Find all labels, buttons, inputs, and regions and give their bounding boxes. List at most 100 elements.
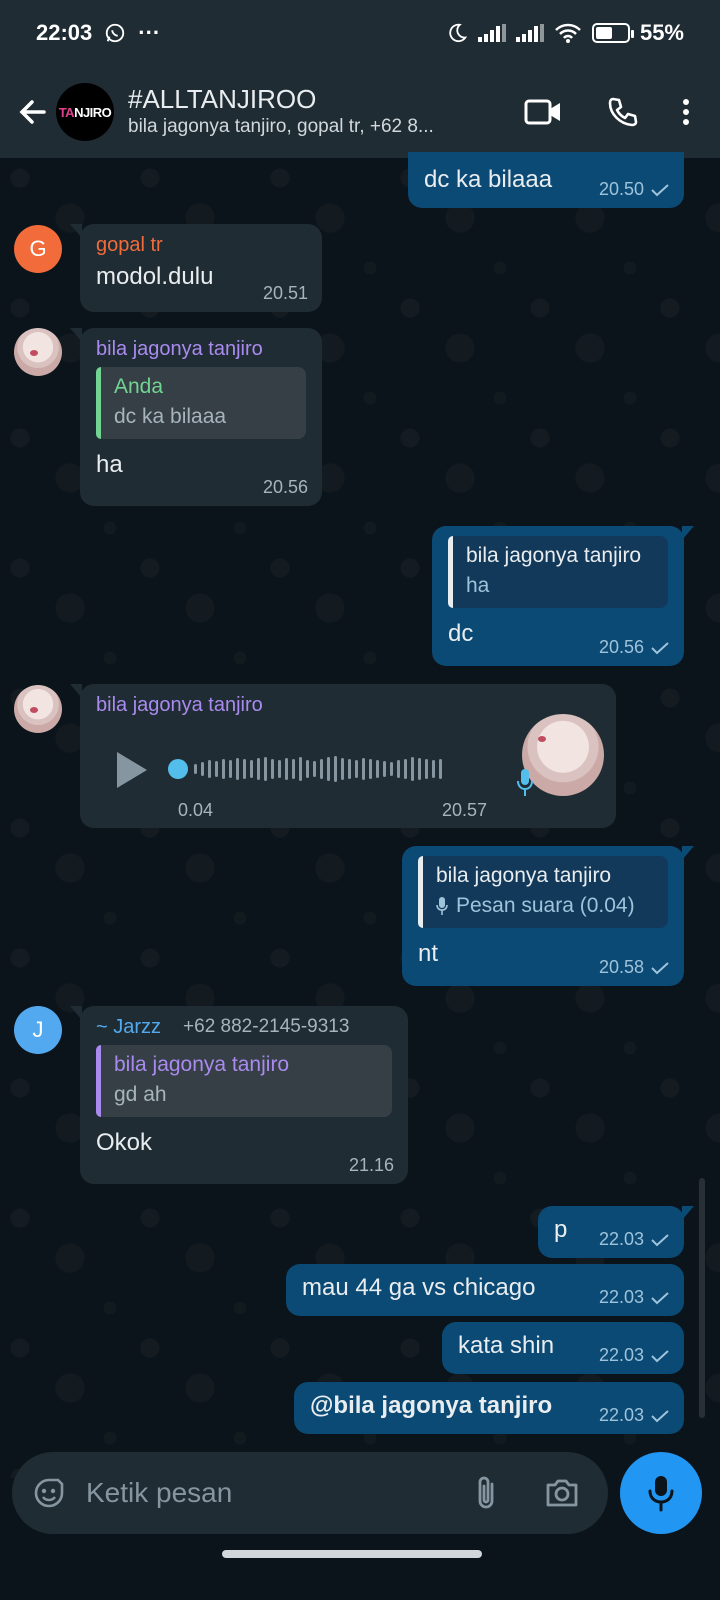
voice-message[interactable]: bila jagonya tanjiro 0.04 20.57 <box>70 684 616 828</box>
sender-name: ~ Jarzz <box>96 1016 162 1038</box>
waveform-bar <box>397 760 400 778</box>
quoted-message[interactable]: bila jagonya tanjiro Pesan suara (0.04) <box>418 856 668 928</box>
avatar-jarzz[interactable]: J <box>14 1006 62 1054</box>
quoted-text: gd ah <box>114 1083 167 1106</box>
waveform-bar <box>271 759 274 779</box>
waveform-bar <box>390 762 393 776</box>
message-text: mau 44 ga vs chicago <box>302 1274 536 1301</box>
waveform-bar <box>299 757 302 781</box>
avatar-letter: J <box>32 1017 44 1042</box>
sender-name: gopal tr <box>96 234 163 256</box>
waveform-bar <box>229 760 232 778</box>
message-outgoing[interactable]: bila jagonya tanjiro ha dc 20.56 <box>432 526 694 666</box>
waveform-bar <box>320 759 323 779</box>
waveform-bar <box>194 764 197 774</box>
quoted-sender: bila jagonya tanjiro <box>466 544 642 567</box>
waveform-bar <box>334 756 337 782</box>
message-text: @bila jagonya tanjiro <box>310 1392 553 1419</box>
message-text: kata shin <box>458 1332 555 1359</box>
sent-check-icon <box>651 183 669 196</box>
waveform-bar <box>348 759 351 779</box>
waveform-bar <box>404 759 407 779</box>
avatar-bila[interactable] <box>14 685 62 733</box>
battery-percent: 55% <box>639 20 684 45</box>
status-bar: 22:03 ··· 55% <box>0 0 720 66</box>
sender-name: bila jagonya tanjiro <box>96 694 263 716</box>
signal-2-icon <box>515 24 544 42</box>
group-participants: bila jagonya tanjiro, gopal tr, +62 8... <box>128 116 434 137</box>
more-options-icon[interactable] <box>682 98 690 126</box>
quoted-sender: bila jagonya tanjiro <box>114 1053 290 1076</box>
quoted-message[interactable]: bila jagonya tanjiro gd ah <box>96 1045 392 1117</box>
sent-check-icon <box>651 641 669 654</box>
quote-accent-bar <box>96 1045 101 1117</box>
voice-call-icon[interactable] <box>606 96 638 128</box>
message-outgoing[interactable]: kata shin 22.03 <box>442 1322 684 1374</box>
waveform-bar <box>369 759 372 779</box>
avatar-gopal[interactable]: G <box>14 225 62 273</box>
waveform-bar <box>306 760 309 778</box>
waveform-bar <box>313 761 316 777</box>
message-text: p <box>554 1216 568 1243</box>
waveform-bar <box>341 758 344 780</box>
dnd-moon-icon <box>449 23 468 43</box>
playback-dot[interactable] <box>168 759 188 779</box>
voice-waveform[interactable] <box>168 754 442 784</box>
scrollbar[interactable] <box>699 1178 705 1418</box>
message-time: 22.03 <box>598 1405 644 1425</box>
message-incoming[interactable]: ~ Jarzz +62 882-2145-9313 bila jagonya t… <box>70 1006 408 1184</box>
message-input[interactable]: Ketik pesan <box>86 1477 472 1509</box>
quoted-voice: Pesan suara (0.04) <box>436 894 654 918</box>
waveform-bar <box>264 757 267 781</box>
quoted-message[interactable]: bila jagonya tanjiro ha <box>448 536 668 608</box>
quote-accent-bar <box>418 856 423 928</box>
sent-check-icon <box>651 1349 669 1362</box>
message-incoming[interactable]: bila jagonya tanjiro Anda dc ka bilaaa h… <box>70 328 322 506</box>
waveform-bar <box>432 760 435 778</box>
waveform-bar <box>355 760 358 778</box>
message-outgoing[interactable]: bila jagonya tanjiro Pesan suara (0.04) … <box>402 846 694 986</box>
message-time: 22.03 <box>598 1287 644 1307</box>
message-time: 21.16 <box>348 1155 394 1175</box>
group-avatar-text: NJIRO <box>74 104 112 120</box>
mic-icon <box>648 1476 674 1512</box>
voice-sender-avatar <box>522 714 604 796</box>
quoted-message[interactable]: Anda dc ka bilaaa <box>96 367 306 439</box>
message-text: Okok <box>96 1129 153 1156</box>
group-avatar[interactable]: TA NJIRO <box>56 83 114 141</box>
message-time: 20.56 <box>262 477 308 497</box>
whatsapp-icon <box>106 23 125 43</box>
quote-accent-bar <box>96 367 101 439</box>
message-outgoing[interactable]: dc ka bilaaa 20.50 <box>408 152 684 208</box>
message-outgoing[interactable]: mau 44 ga vs chicago 22.03 <box>286 1264 684 1316</box>
home-gesture-bar[interactable] <box>222 1550 482 1558</box>
signal-icon <box>477 24 506 42</box>
waveform-bar <box>418 758 421 780</box>
quoted-text: dc ka bilaaa <box>114 405 227 428</box>
voice-record-button[interactable] <box>620 1452 702 1534</box>
message-text: dc ka bilaaa <box>424 166 553 193</box>
sender-name: bila jagonya tanjiro <box>96 338 263 360</box>
message-outgoing[interactable]: p 22.03 <box>538 1206 694 1258</box>
wifi-icon <box>555 23 581 43</box>
message-outgoing[interactable]: @bila jagonya tanjiro 22.03 <box>294 1382 684 1434</box>
attach-icon[interactable] <box>472 1474 500 1512</box>
waveform-bar <box>215 761 218 777</box>
emoji-icon[interactable] <box>32 1476 66 1510</box>
waveform-bar <box>285 758 288 780</box>
more-notifications-icon: ··· <box>138 20 161 45</box>
waveform-bar <box>222 759 225 779</box>
sent-check-icon <box>651 1409 669 1422</box>
sent-check-icon <box>651 961 669 974</box>
mic-small-icon <box>436 897 448 915</box>
avatar-letter: G <box>29 236 47 261</box>
message-time: 20.56 <box>598 637 644 657</box>
video-call-icon[interactable] <box>524 98 562 126</box>
play-icon[interactable] <box>114 750 150 790</box>
back-arrow-icon[interactable] <box>14 94 50 130</box>
message-incoming[interactable]: gopal tr modol.dulu 20.51 <box>70 224 322 312</box>
waveform-bar <box>243 759 246 779</box>
group-info[interactable]: #ALLTANJIROO bila jagonya tanjiro, gopal… <box>128 84 508 140</box>
avatar-bila[interactable] <box>14 328 62 376</box>
camera-icon[interactable] <box>544 1477 580 1509</box>
